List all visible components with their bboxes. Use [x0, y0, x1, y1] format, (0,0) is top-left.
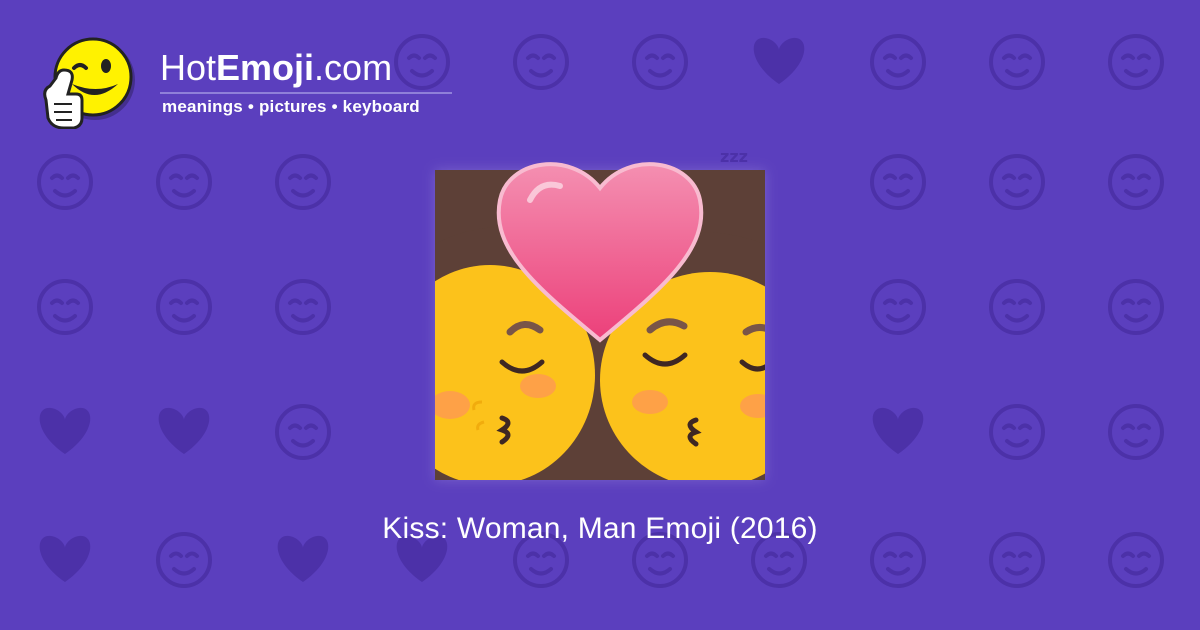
- bg-persevering-face-icon: [989, 34, 1045, 90]
- bg-winking-tongue-face-icon: [989, 404, 1045, 460]
- bg-grinning-face-icon: [870, 279, 926, 335]
- svg-text:zzz: zzz: [720, 147, 748, 166]
- site-name-suffix: .com: [314, 47, 393, 88]
- kiss-woman-man-icon: zzz: [435, 147, 765, 480]
- emoji-caption: Kiss: Woman, Man Emoji (2016): [382, 512, 818, 545]
- bg-sleeping-face-icon: [275, 279, 331, 335]
- bg-heart-icon: [39, 407, 91, 454]
- site-logo[interactable]: HotEmoji.com meanings • pictures • keybo…: [40, 34, 460, 129]
- bg-recycle-icon: [1108, 154, 1164, 210]
- logo-divider: [160, 92, 452, 94]
- bg-sparkles-icon: [989, 279, 1045, 335]
- site-tagline: meanings • pictures • keyboard: [162, 97, 420, 116]
- site-name: HotEmoji.com: [160, 48, 392, 88]
- bg-kissing-face-icon: [632, 34, 688, 90]
- bg-heart-icon: [872, 407, 924, 454]
- bg-broken-heart-icon: [158, 407, 210, 454]
- bg-grinning-face-icon: [989, 154, 1045, 210]
- bg-smiling-face-icon: [870, 34, 926, 90]
- bg-raising-hands-icon: [37, 279, 93, 335]
- site-name-prefix: Hot: [160, 47, 217, 88]
- bg-ok-hand-icon: [1108, 34, 1164, 90]
- winking-thumbs-up-icon: [43, 37, 135, 129]
- bg-hearts-icon: [753, 37, 805, 84]
- bg-confused-face-icon: [275, 404, 331, 460]
- bg-relieved-face-icon: [870, 154, 926, 210]
- bg-frowning-face-icon: [1108, 404, 1164, 460]
- bg-eyes-icon: [156, 154, 212, 210]
- site-name-bold: Emoji: [216, 47, 315, 88]
- bg-smirk-face-icon: [275, 154, 331, 210]
- bg-unamused-face-icon: [37, 154, 93, 210]
- bg-grinning-face-icon: [1108, 279, 1164, 335]
- bg-music-notes-icon: [156, 279, 212, 335]
- bg-relieved-face-icon: [513, 34, 569, 90]
